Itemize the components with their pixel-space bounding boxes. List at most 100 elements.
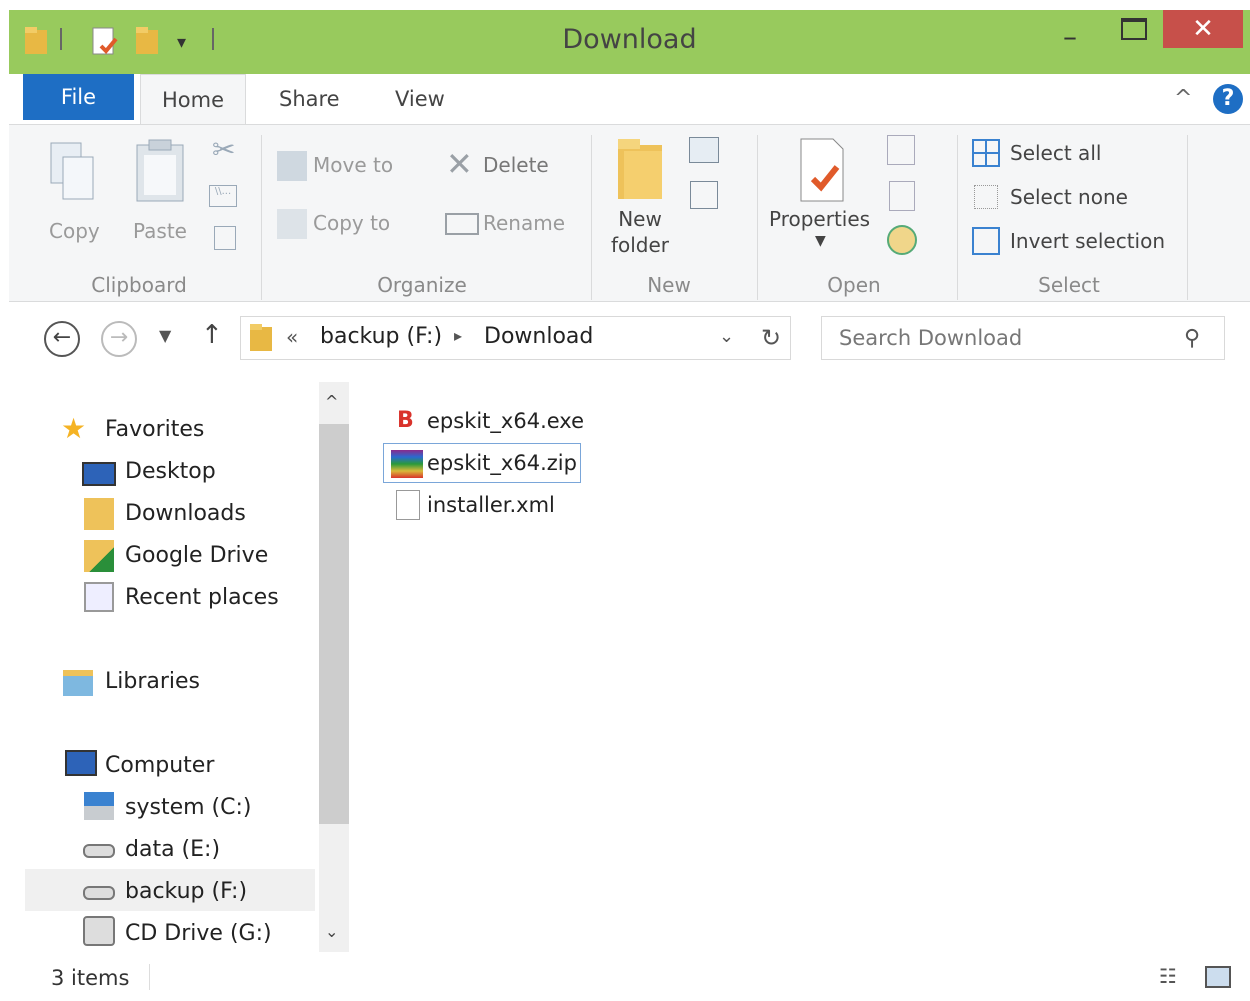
up-button[interactable]: ↑	[201, 320, 223, 350]
new-folder-icon	[616, 137, 666, 207]
item-count: 3 items	[51, 966, 130, 990]
properties-button[interactable]: Properties	[769, 207, 870, 231]
new-folder-button[interactable]: New	[609, 207, 671, 231]
folder-icon	[249, 323, 275, 357]
select-none-icon	[974, 185, 998, 209]
nav-downloads[interactable]: Downloads	[125, 501, 246, 526]
breadcrumb-separator[interactable]: ▸	[454, 326, 462, 345]
refresh-button[interactable]: ↻	[761, 324, 781, 352]
desktop-icon	[82, 462, 116, 486]
breadcrumb-drive[interactable]: backup (F:)	[320, 324, 442, 349]
paste-button[interactable]: Paste	[133, 219, 187, 243]
properties-icon	[797, 137, 847, 207]
google-drive-icon	[84, 540, 114, 572]
file-item[interactable]: epskit_x64.exe	[427, 409, 584, 433]
group-separator	[957, 135, 958, 300]
new-item-icon[interactable]	[689, 137, 719, 163]
group-separator	[261, 135, 262, 300]
copy-to-icon	[277, 209, 307, 239]
downloads-icon	[84, 498, 114, 530]
search-input[interactable]: Search Download	[821, 316, 1225, 360]
nav-libraries[interactable]: Libraries	[105, 669, 200, 694]
rename-button[interactable]: Rename	[483, 211, 565, 235]
forward-button[interactable]: →	[101, 321, 137, 357]
nav-scrollbar[interactable]: ^ ⌄	[319, 382, 349, 952]
select-all-button[interactable]: Select all	[1010, 141, 1101, 165]
scroll-thumb[interactable]	[319, 424, 349, 824]
data-drive-icon	[83, 844, 115, 858]
group-label-organize: Organize	[377, 273, 467, 297]
collapse-ribbon-button[interactable]: ^	[1174, 74, 1192, 124]
group-separator	[591, 135, 592, 300]
paste-shortcut-icon[interactable]	[214, 226, 236, 250]
select-all-icon	[972, 139, 1000, 167]
cd-drive-icon	[83, 916, 115, 946]
easy-access-icon[interactable]	[690, 181, 718, 209]
address-bar[interactable]: « backup (F:) ▸ Download ⌄	[240, 316, 791, 360]
move-to-icon	[277, 151, 307, 181]
maximize-button[interactable]	[1121, 18, 1147, 40]
copy-to-button[interactable]: Copy to	[313, 211, 390, 235]
nav-system-drive[interactable]: system (C:)	[125, 795, 251, 820]
nav-cd-drive[interactable]: CD Drive (G:)	[125, 921, 272, 946]
star-icon: ★	[61, 412, 87, 445]
nav-recent-places[interactable]: Recent places	[125, 585, 279, 610]
group-label-select: Select	[1038, 273, 1100, 297]
file-item[interactable]: installer.xml	[427, 493, 555, 517]
paste-icon	[135, 139, 187, 207]
explorer-window: ▾ Download – ✕ File Home Share View ^ ? …	[9, 10, 1250, 1001]
open-icon[interactable]	[887, 135, 915, 165]
details-view-icon[interactable]: ☷	[1159, 964, 1177, 988]
nav-desktop[interactable]: Desktop	[125, 459, 216, 484]
history-icon[interactable]	[887, 225, 917, 255]
large-icons-view-icon[interactable]	[1205, 966, 1231, 988]
copy-icon	[49, 141, 99, 207]
rename-icon	[445, 213, 479, 235]
tab-file[interactable]: File	[23, 74, 134, 120]
copy-button[interactable]: Copy	[49, 219, 100, 243]
tab-view[interactable]: View	[395, 74, 445, 124]
tab-share[interactable]: Share	[279, 74, 340, 124]
move-to-button[interactable]: Move to	[313, 153, 393, 177]
invert-selection-button[interactable]: Invert selection	[1010, 229, 1165, 253]
nav-google-drive[interactable]: Google Drive	[125, 543, 268, 568]
new-folder-label-2: folder	[610, 233, 670, 257]
address-dropdown-icon[interactable]: ⌄	[719, 326, 734, 347]
search-icon: ⚲	[1184, 326, 1201, 351]
invert-selection-icon	[972, 227, 1000, 255]
copy-path-icon[interactable]: \\...	[209, 185, 237, 207]
breadcrumb-overflow[interactable]: «	[286, 325, 298, 349]
cut-icon[interactable]: ✂	[212, 133, 235, 166]
nav-favorites[interactable]: Favorites	[105, 417, 204, 442]
ribbon: Copy Paste ✂ \\... Clipboard Move to Cop…	[9, 124, 1250, 302]
backup-drive-icon	[83, 886, 115, 900]
group-label-clipboard: Clipboard	[91, 273, 187, 297]
tab-home[interactable]: Home	[140, 74, 246, 125]
status-bar: 3 items ☷	[9, 952, 1250, 1001]
delete-button[interactable]: Delete	[483, 153, 549, 177]
nav-computer[interactable]: Computer	[105, 753, 214, 778]
nav-data-drive[interactable]: data (E:)	[125, 837, 220, 862]
group-label-open: Open	[827, 273, 881, 297]
exe-file-icon: B	[397, 408, 414, 433]
recent-locations-button[interactable]: ▼	[159, 326, 171, 345]
zip-file-icon	[391, 450, 423, 478]
computer-icon	[65, 750, 97, 776]
properties-dropdown-icon[interactable]: ▼	[815, 233, 826, 249]
select-none-button[interactable]: Select none	[1010, 185, 1128, 209]
scroll-up-icon[interactable]: ^	[325, 392, 338, 411]
content-area: ★ Favorites Desktop Downloads Google Dri…	[9, 372, 1250, 952]
help-button[interactable]: ?	[1213, 84, 1243, 114]
title-bar: ▾ Download – ✕	[9, 10, 1250, 74]
separator	[149, 964, 150, 990]
back-button[interactable]: ←	[44, 321, 80, 357]
breadcrumb-folder[interactable]: Download	[484, 324, 593, 349]
recent-places-icon	[84, 582, 114, 612]
scroll-down-icon[interactable]: ⌄	[325, 922, 338, 941]
file-item[interactable]: epskit_x64.zip	[427, 451, 577, 475]
nav-backup-drive[interactable]: backup (F:)	[125, 879, 247, 904]
close-button[interactable]: ✕	[1163, 10, 1243, 48]
minimize-button[interactable]: –	[1063, 20, 1111, 54]
navigation-bar: ← → ▼ ↑ « backup (F:) ▸ Download ⌄ ↻ Sea…	[9, 302, 1250, 372]
edit-icon[interactable]	[889, 181, 915, 211]
